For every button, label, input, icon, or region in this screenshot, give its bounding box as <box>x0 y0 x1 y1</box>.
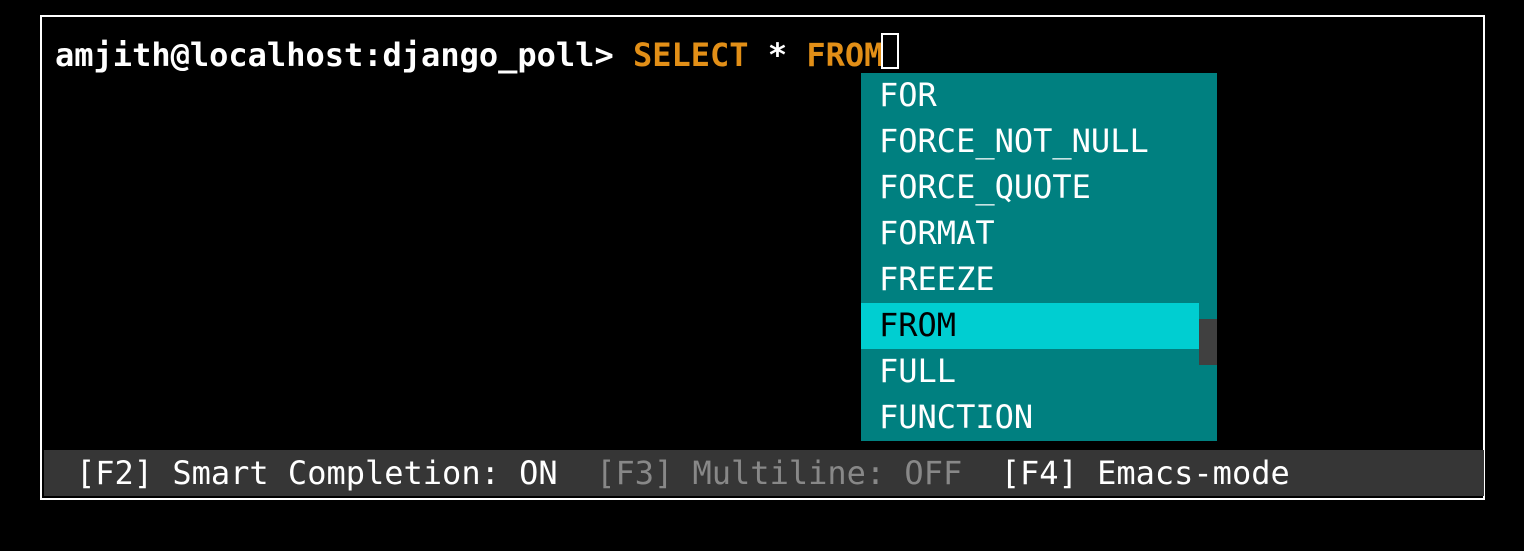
f4-key-hint: [F4] <box>1001 454 1078 492</box>
scrollbar-thumb[interactable] <box>1199 73 1217 319</box>
completion-item[interactable]: FREEZE <box>861 257 1199 303</box>
f3-label: Multiline: OFF <box>673 454 1001 492</box>
completion-item-selected[interactable]: FROM <box>861 303 1199 349</box>
f3-key-hint: [F3] <box>596 454 673 492</box>
sql-select-keyword: SELECT <box>633 36 749 74</box>
f2-key-hint: [F2] <box>76 454 153 492</box>
status-bar: [F2] Smart Completion: ON [F3] Multiline… <box>44 450 1484 496</box>
sql-star: * <box>768 36 787 74</box>
completion-item[interactable]: FORCE_NOT_NULL <box>861 119 1199 165</box>
scrollbar-thumb[interactable] <box>1199 365 1217 441</box>
sql-from-keyword: FROM <box>806 36 883 74</box>
f2-label: Smart Completion: ON <box>153 454 596 492</box>
scrollbar-gap <box>1199 319 1217 365</box>
completion-scrollbar[interactable] <box>1199 73 1217 441</box>
completion-item[interactable]: FOR <box>861 73 1199 119</box>
f4-label: Emacs-mode <box>1078 454 1290 492</box>
completion-item[interactable]: FORMAT <box>861 211 1199 257</box>
completion-menu[interactable]: FOR FORCE_NOT_NULL FORCE_QUOTE FORMAT FR… <box>861 73 1199 441</box>
prompt-line[interactable]: amjith@localhost:django_poll> SELECT * F… <box>55 30 899 74</box>
terminal-window: amjith@localhost:django_poll> SELECT * F… <box>40 15 1485 500</box>
completion-item[interactable]: FORCE_QUOTE <box>861 165 1199 211</box>
prompt-prefix: amjith@localhost:django_poll> <box>55 36 614 74</box>
text-cursor <box>881 33 899 69</box>
completion-item[interactable]: FUNCTION <box>861 395 1199 441</box>
completion-item[interactable]: FULL <box>861 349 1199 395</box>
